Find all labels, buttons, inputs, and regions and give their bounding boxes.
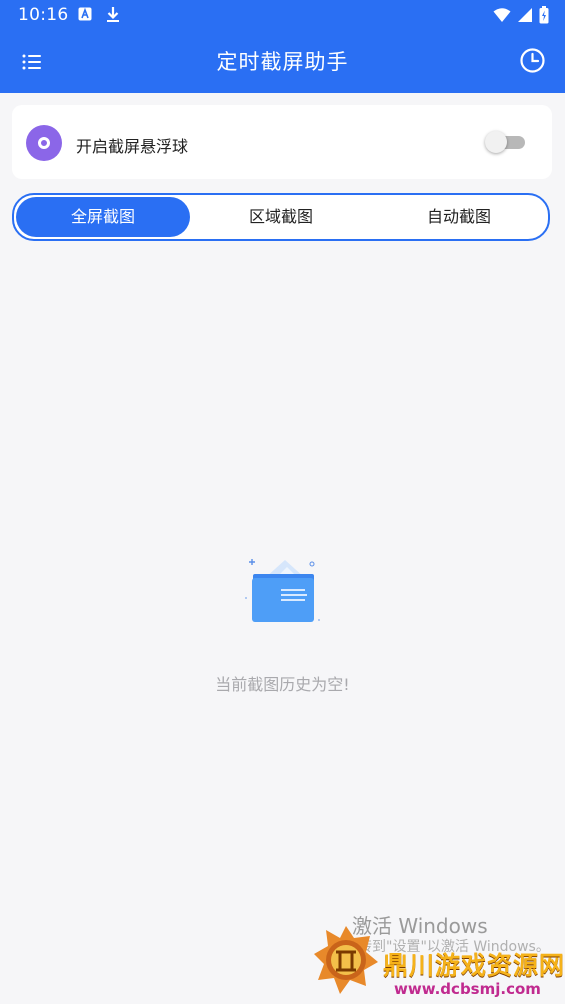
disc-icon bbox=[26, 125, 62, 161]
page-title: 定时截屏助手 bbox=[216, 50, 349, 74]
app-bar: 定时截屏助手 bbox=[0, 30, 565, 93]
floating-ball-switch[interactable] bbox=[485, 131, 525, 153]
empty-message: 当前截图历史为空! bbox=[215, 675, 350, 694]
status-time: 10:16 bbox=[18, 5, 69, 25]
site-url-watermark: www.dcbsmj.com bbox=[394, 980, 541, 998]
screenshot-mode-tabs: 全屏截图 区域截图 自动截图 bbox=[12, 193, 550, 241]
tab-fullscreen[interactable]: 全屏截图 bbox=[16, 197, 190, 237]
tab-region[interactable]: 区域截图 bbox=[194, 197, 368, 237]
download-icon bbox=[107, 7, 119, 22]
wifi-icon bbox=[493, 8, 511, 22]
battery-icon bbox=[539, 6, 549, 24]
a-icon bbox=[78, 7, 92, 21]
site-logo-icon bbox=[314, 926, 378, 994]
tab-auto[interactable]: 自动截图 bbox=[372, 197, 546, 237]
empty-folder-icon bbox=[245, 559, 320, 622]
site-watermark: 鼎川游戏资源网 bbox=[383, 951, 565, 980]
clock-history-icon[interactable] bbox=[519, 47, 546, 74]
signal-icon bbox=[518, 8, 532, 22]
status-icons bbox=[493, 6, 549, 24]
floating-ball-card: 开启截屏悬浮球 bbox=[12, 105, 552, 179]
status-bar: 10:16 bbox=[0, 0, 565, 30]
floating-ball-label: 开启截屏悬浮球 bbox=[76, 137, 189, 156]
switch-thumb bbox=[485, 131, 507, 153]
